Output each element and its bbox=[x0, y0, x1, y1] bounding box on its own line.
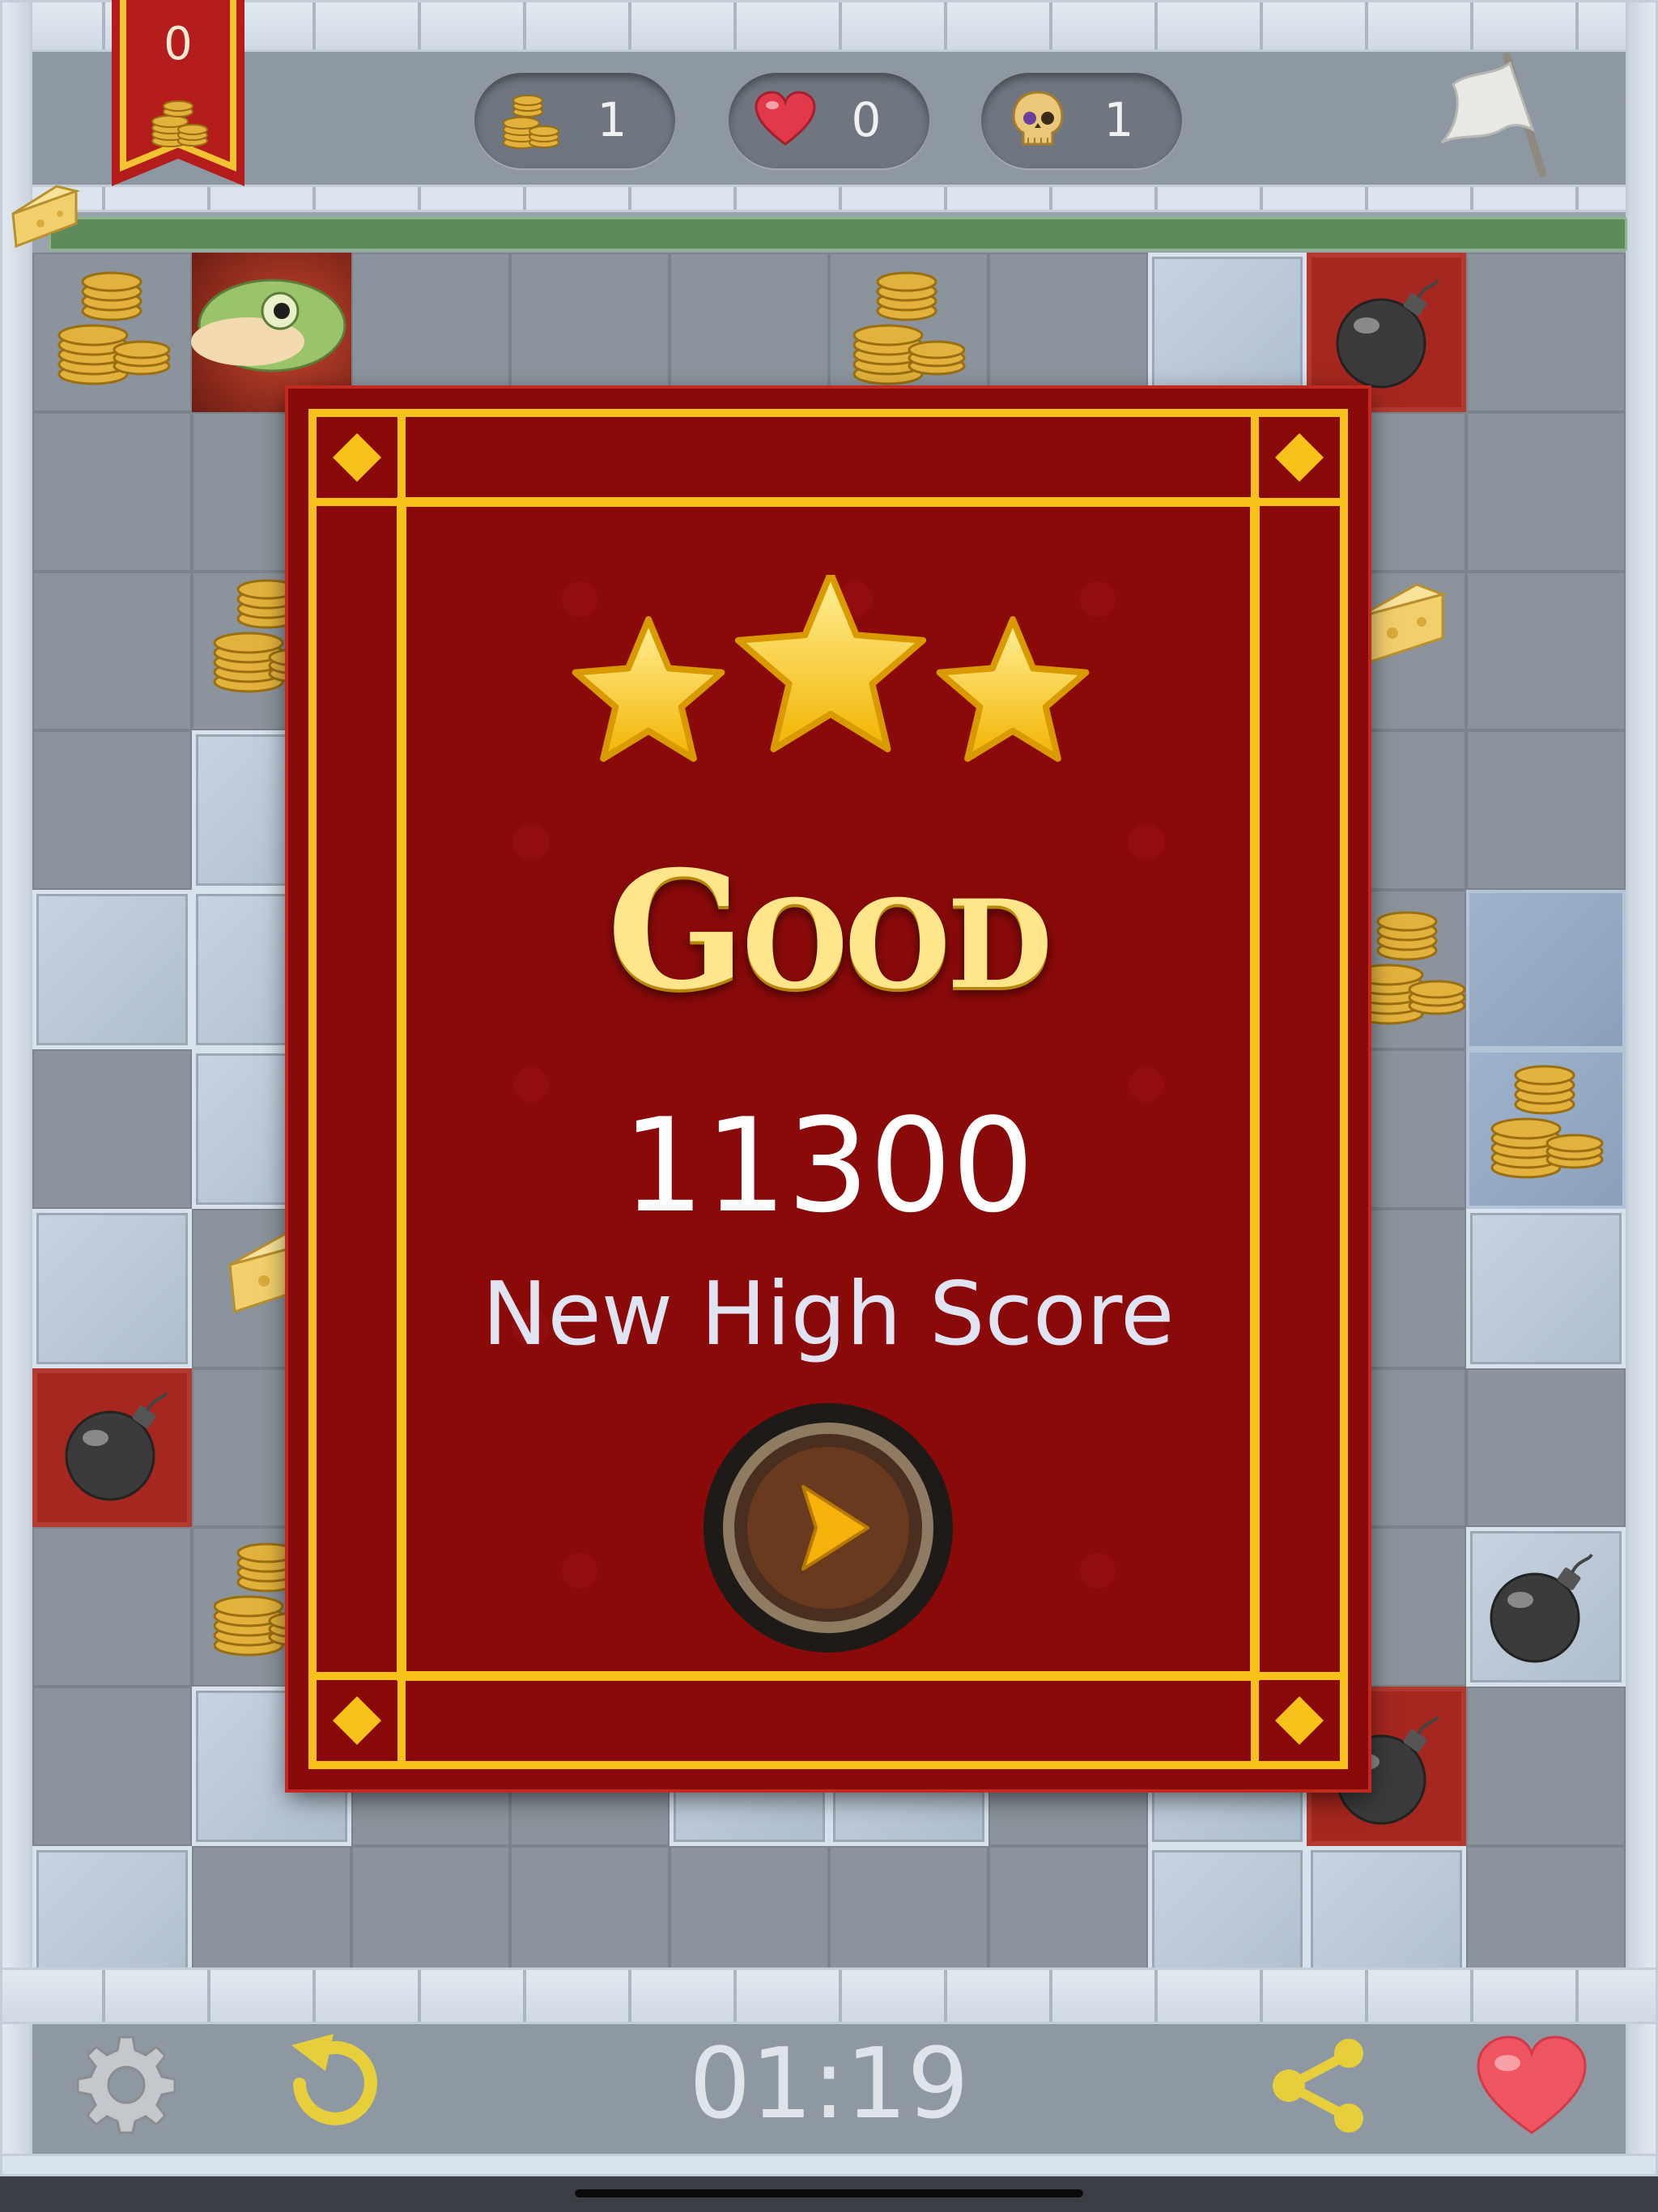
next-level-button[interactable] bbox=[701, 1401, 955, 1655]
final-score: 11300 bbox=[622, 1090, 1035, 1241]
frog-icon bbox=[191, 279, 346, 372]
cheese-icon bbox=[11, 185, 81, 249]
kills-counter: 1 bbox=[981, 73, 1182, 168]
home-indicator-area bbox=[0, 2176, 1658, 2212]
board-tile[interactable] bbox=[32, 1527, 192, 1687]
coin-stack-icon bbox=[151, 100, 208, 147]
board-tile[interactable] bbox=[1466, 1208, 1626, 1368]
gear-icon[interactable] bbox=[74, 2032, 178, 2136]
board-tile[interactable] bbox=[32, 1049, 192, 1209]
level-complete-dialog: GOOD 11300 New High Score bbox=[288, 389, 1368, 1789]
rating-title-initial: G bbox=[606, 836, 746, 1026]
board-tile[interactable] bbox=[32, 411, 192, 572]
rating-title-rest: OOD bbox=[742, 874, 1052, 1016]
heart-icon bbox=[755, 91, 816, 146]
coin-stack-icon bbox=[57, 271, 171, 385]
heart-icon[interactable] bbox=[1473, 2032, 1590, 2139]
level-progress-bar bbox=[49, 217, 1627, 251]
coins-count: 1 bbox=[597, 92, 627, 147]
star-rating bbox=[572, 575, 1090, 762]
board-bottom-wall bbox=[0, 1967, 1658, 2024]
bomb-icon bbox=[65, 1391, 168, 1501]
restart-icon[interactable] bbox=[267, 2031, 397, 2138]
high-score-message: New High Score bbox=[482, 1264, 1175, 1365]
board-tile[interactable] bbox=[1466, 411, 1626, 572]
board-tile[interactable] bbox=[32, 730, 192, 891]
home-indicator bbox=[575, 2189, 1083, 2197]
star-2 bbox=[734, 575, 927, 753]
kills-count: 1 bbox=[1103, 92, 1134, 147]
game-screen: 0 1 0 1 GOOD 11300 New High Score 01:19 bbox=[0, 0, 1658, 2212]
rating-title: GOOD bbox=[288, 850, 1368, 1026]
bomb-icon bbox=[1490, 1553, 1593, 1663]
coins-counter: 1 bbox=[474, 73, 675, 168]
white-flag-icon[interactable] bbox=[1437, 52, 1558, 181]
board-tile[interactable] bbox=[1466, 730, 1626, 891]
coin-stack-icon bbox=[852, 271, 966, 385]
coin-stack-icon bbox=[503, 95, 559, 149]
share-icon[interactable] bbox=[1269, 2037, 1371, 2134]
board-tile[interactable] bbox=[1466, 890, 1626, 1049]
star-1 bbox=[572, 616, 725, 762]
board-tile[interactable] bbox=[1466, 571, 1626, 731]
lives-counter: 0 bbox=[729, 73, 929, 168]
board-tile[interactable] bbox=[32, 571, 192, 731]
level-banner: 0 bbox=[112, 0, 244, 186]
board-tile[interactable] bbox=[1466, 253, 1626, 412]
lives-count: 0 bbox=[851, 92, 882, 147]
level-timer: 01:19 bbox=[689, 2028, 969, 2141]
skull-icon bbox=[1012, 91, 1064, 146]
hud-divider-wall bbox=[0, 185, 1658, 212]
bomb-icon bbox=[1336, 279, 1439, 389]
board-tile[interactable] bbox=[1466, 1368, 1626, 1528]
board-tile[interactable] bbox=[32, 1687, 192, 1846]
footer-bottom-wall bbox=[0, 2154, 1658, 2176]
star-3 bbox=[936, 616, 1090, 762]
banner-count: 0 bbox=[164, 18, 193, 70]
top-wall bbox=[0, 0, 1658, 52]
coin-stack-icon bbox=[1490, 1065, 1604, 1179]
right-wall bbox=[1626, 0, 1658, 2212]
board-tile[interactable] bbox=[32, 890, 192, 1049]
board-tile[interactable] bbox=[1466, 1687, 1626, 1846]
board-tile[interactable] bbox=[32, 1208, 192, 1368]
left-wall bbox=[0, 0, 32, 2212]
